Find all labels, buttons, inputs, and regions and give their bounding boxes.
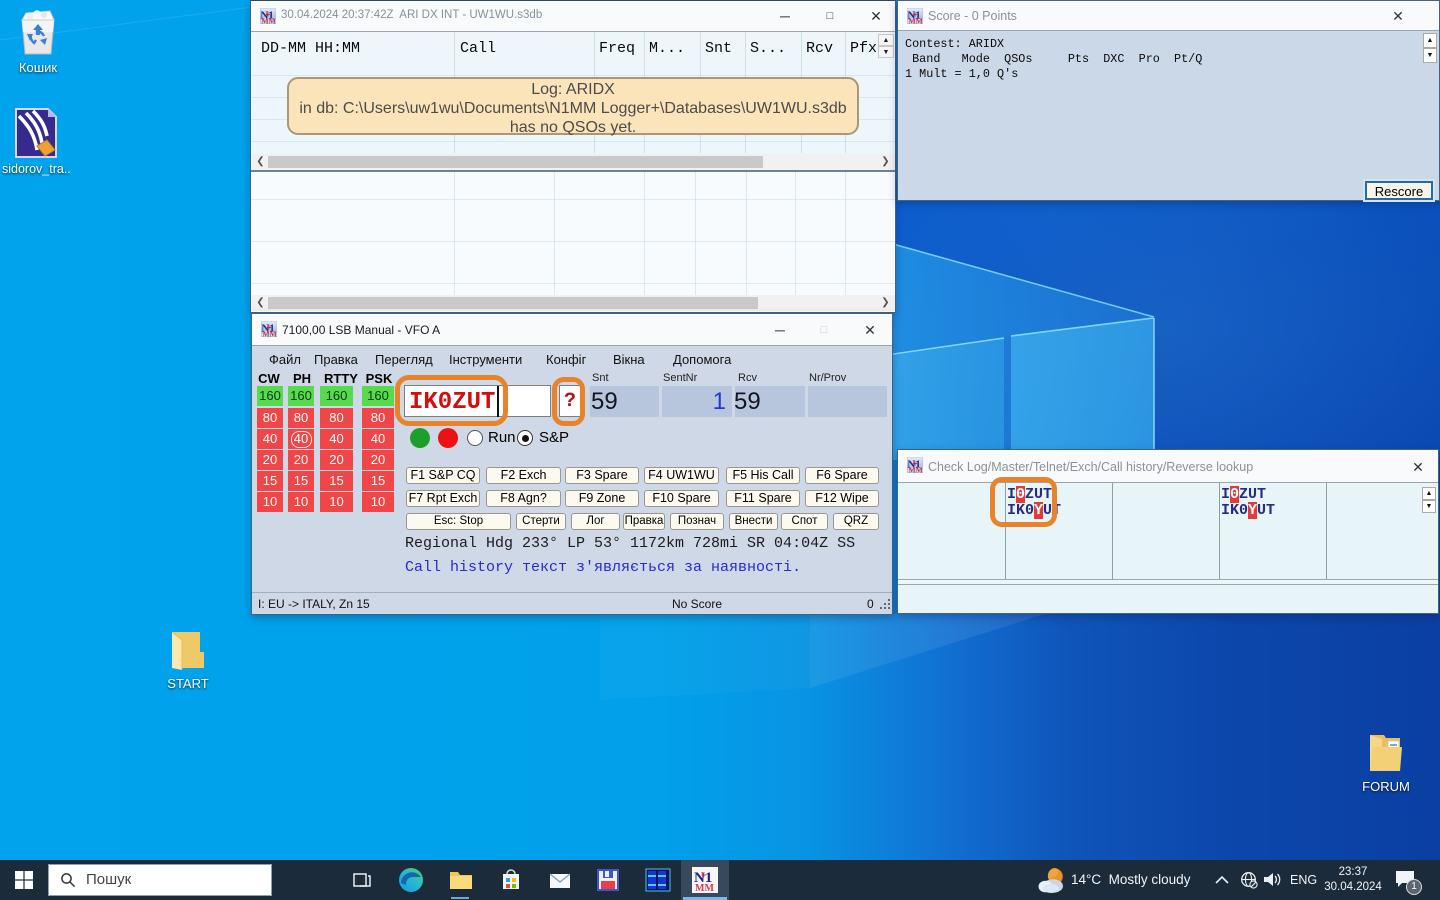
svg-text:MM: MM — [909, 466, 923, 474]
svg-text:MM: MM — [695, 883, 714, 893]
svg-text:+: + — [701, 870, 706, 880]
svg-text:MM: MM — [262, 17, 276, 25]
svg-text:MM: MM — [263, 330, 277, 338]
svg-text:MM: MM — [909, 17, 923, 25]
